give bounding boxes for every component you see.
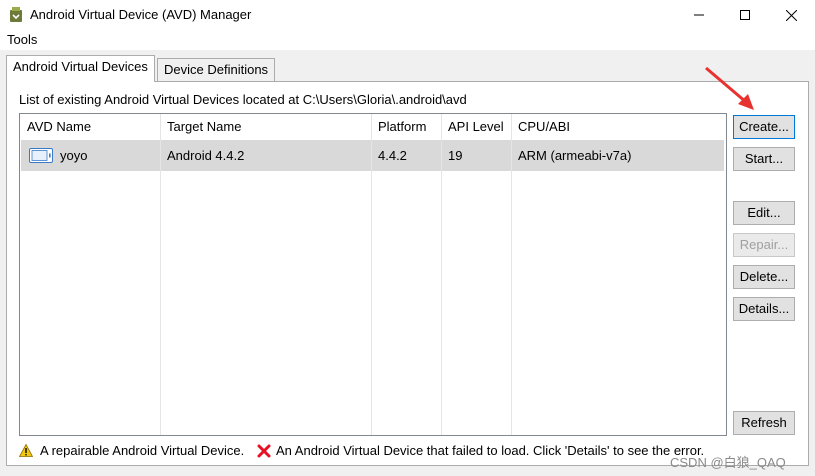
avd-location-caption: List of existing Android Virtual Devices… <box>19 92 467 107</box>
avd-manager-app-icon <box>10 7 22 22</box>
avd-table[interactable]: AVD Name Target Name Platform API Level … <box>19 113 727 436</box>
minimize-button[interactable] <box>676 0 722 30</box>
column-divider <box>371 114 372 435</box>
close-button[interactable] <box>768 0 814 30</box>
title-bar: Android Virtual Device (AVD) Manager <box>0 0 815 30</box>
warning-icon <box>19 444 33 457</box>
cell-cpu-abi: ARM (armeabi-v7a) <box>518 148 632 163</box>
error-legend-text: An Android Virtual Device that failed to… <box>276 443 705 458</box>
warning-legend-text: A repairable Android Virtual Device. <box>40 443 245 458</box>
table-row[interactable]: yoyo Android 4.4.2 4.4.2 19 ARM (armeabi… <box>21 140 724 171</box>
column-divider <box>511 114 512 435</box>
close-icon <box>785 9 797 21</box>
details-button[interactable]: Details... <box>733 297 795 321</box>
cell-platform: 4.4.2 <box>378 148 407 163</box>
annotation-arrow <box>705 66 754 110</box>
menu-bar: Tools <box>0 30 815 50</box>
maximize-button[interactable] <box>722 0 768 30</box>
column-divider <box>160 114 161 435</box>
start-button[interactable]: Start... <box>733 147 795 171</box>
column-divider <box>441 114 442 435</box>
error-icon <box>257 444 271 458</box>
column-header-cpu-abi[interactable]: CPU/ABI <box>511 114 721 140</box>
menu-tools[interactable]: Tools <box>7 32 37 47</box>
delete-button[interactable]: Delete... <box>733 265 795 289</box>
maximize-icon <box>740 10 750 20</box>
minimize-icon <box>694 14 704 16</box>
tab-device-definitions[interactable]: Device Definitions <box>157 58 276 81</box>
column-header-avd-name[interactable]: AVD Name <box>20 114 160 140</box>
edit-button[interactable]: Edit... <box>733 201 795 225</box>
refresh-button[interactable]: Refresh <box>733 411 795 435</box>
repair-button[interactable]: Repair... <box>733 233 795 257</box>
create-button[interactable]: Create... <box>733 115 795 139</box>
tab-android-virtual-devices[interactable]: Android Virtual Devices <box>6 55 155 82</box>
window-title: Android Virtual Device (AVD) Manager <box>30 7 252 22</box>
device-icon <box>29 148 53 163</box>
watermark: CSDN @白狼_QAQ <box>670 455 786 470</box>
cell-api-level: 19 <box>448 148 463 163</box>
column-header-api-level[interactable]: API Level <box>441 114 511 140</box>
cell-target-name: Android 4.4.2 <box>167 148 245 163</box>
column-header-target-name[interactable]: Target Name <box>160 114 371 140</box>
column-header-platform[interactable]: Platform <box>371 114 441 140</box>
cell-avd-name: yoyo <box>60 148 88 163</box>
